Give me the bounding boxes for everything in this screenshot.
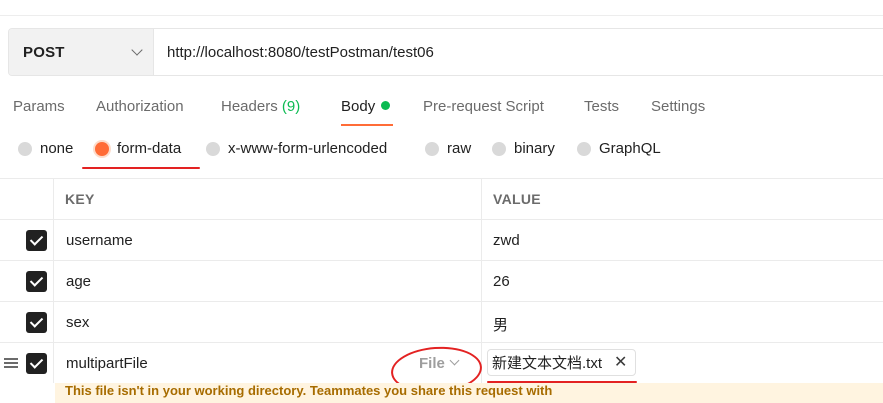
tab-authorization[interactable]: Authorization [96,98,184,115]
radio-binary-label: binary [514,140,555,157]
request-tabs: Params Authorization Headers (9) Body Pr… [0,94,883,128]
drag-handle-icon[interactable] [4,356,18,370]
column-divider [53,179,54,219]
row-key[interactable]: age [66,273,91,290]
radio-circle-icon [18,141,32,156]
tab-body-label: Body [341,98,376,115]
top-divider [0,15,883,16]
column-header-key: KEY [65,191,95,207]
radio-none-label: none [40,140,74,157]
tab-params[interactable]: Params [13,98,65,115]
method-label: POST [23,43,65,61]
url-input[interactable]: http://localhost:8080/testPostman/test06 [154,29,883,75]
radio-selected-icon [95,141,109,156]
row-key[interactable]: username [66,232,133,249]
row-value[interactable]: zwd [493,232,520,249]
row-value[interactable]: 男 [493,314,508,335]
radio-binary[interactable]: binary [492,140,555,157]
method-select[interactable]: POST [9,29,154,75]
radio-raw-label: raw [447,140,472,157]
tab-headers[interactable]: Headers (9) [221,98,300,115]
radio-urlencoded-label: x-www-form-urlencoded [228,140,388,157]
table-header-row: KEY VALUE [0,178,883,219]
active-tab-indicator [341,124,393,126]
radio-x-www-form-urlencoded[interactable]: x-www-form-urlencoded [206,140,387,157]
column-header-value: VALUE [493,191,541,207]
radio-circle-icon [492,141,506,156]
row-key[interactable]: multipartFile [66,355,148,372]
annotation-underline-form-data [82,167,200,169]
column-divider [53,343,54,383]
column-divider [481,179,482,219]
row-checkbox[interactable] [26,230,47,251]
row-checkbox[interactable] [26,312,47,333]
body-type-radios: none form-data x-www-form-urlencoded raw… [0,140,883,169]
tab-body[interactable]: Body [341,98,391,115]
column-divider [53,302,54,342]
tab-settings[interactable]: Settings [651,98,705,115]
column-divider [53,220,54,260]
file-name: 新建文本文档.txt [492,355,603,372]
row-checkbox[interactable] [26,353,47,374]
close-icon[interactable]: ✕ [614,354,627,371]
table-row: age 26 [0,260,883,301]
body-indicator-dot [381,101,391,110]
table-row: username zwd [0,219,883,260]
radio-graphql-label: GraphQL [599,140,661,157]
row-checkbox[interactable] [26,271,47,292]
radio-form-data[interactable]: form-data [95,140,181,157]
tab-pre-request-script[interactable]: Pre-request Script [423,98,544,115]
headers-count: (9) [281,98,301,115]
file-chip[interactable]: 新建文本文档.txt ✕ [487,349,637,376]
radio-graphql[interactable]: GraphQL [577,140,661,157]
request-url-bar: POST http://localhost:8080/testPostman/t… [8,28,883,76]
radio-circle-icon [425,141,439,156]
radio-circle-icon [577,141,591,156]
chevron-down-icon [131,43,143,56]
row-key[interactable]: sex [66,314,89,331]
column-divider [481,261,482,301]
file-warning-banner: This file isn't in your working director… [55,383,883,403]
tab-tests[interactable]: Tests [584,98,619,115]
column-divider [481,220,482,260]
column-divider [481,302,482,342]
radio-none[interactable]: none [18,140,73,157]
radio-form-data-label: form-data [117,140,182,157]
column-divider [53,261,54,301]
table-row: sex 男 [0,301,883,342]
radio-raw[interactable]: raw [425,140,471,157]
radio-circle-icon [206,141,220,156]
tab-headers-label: Headers [221,98,278,115]
row-value[interactable]: 26 [493,273,510,290]
